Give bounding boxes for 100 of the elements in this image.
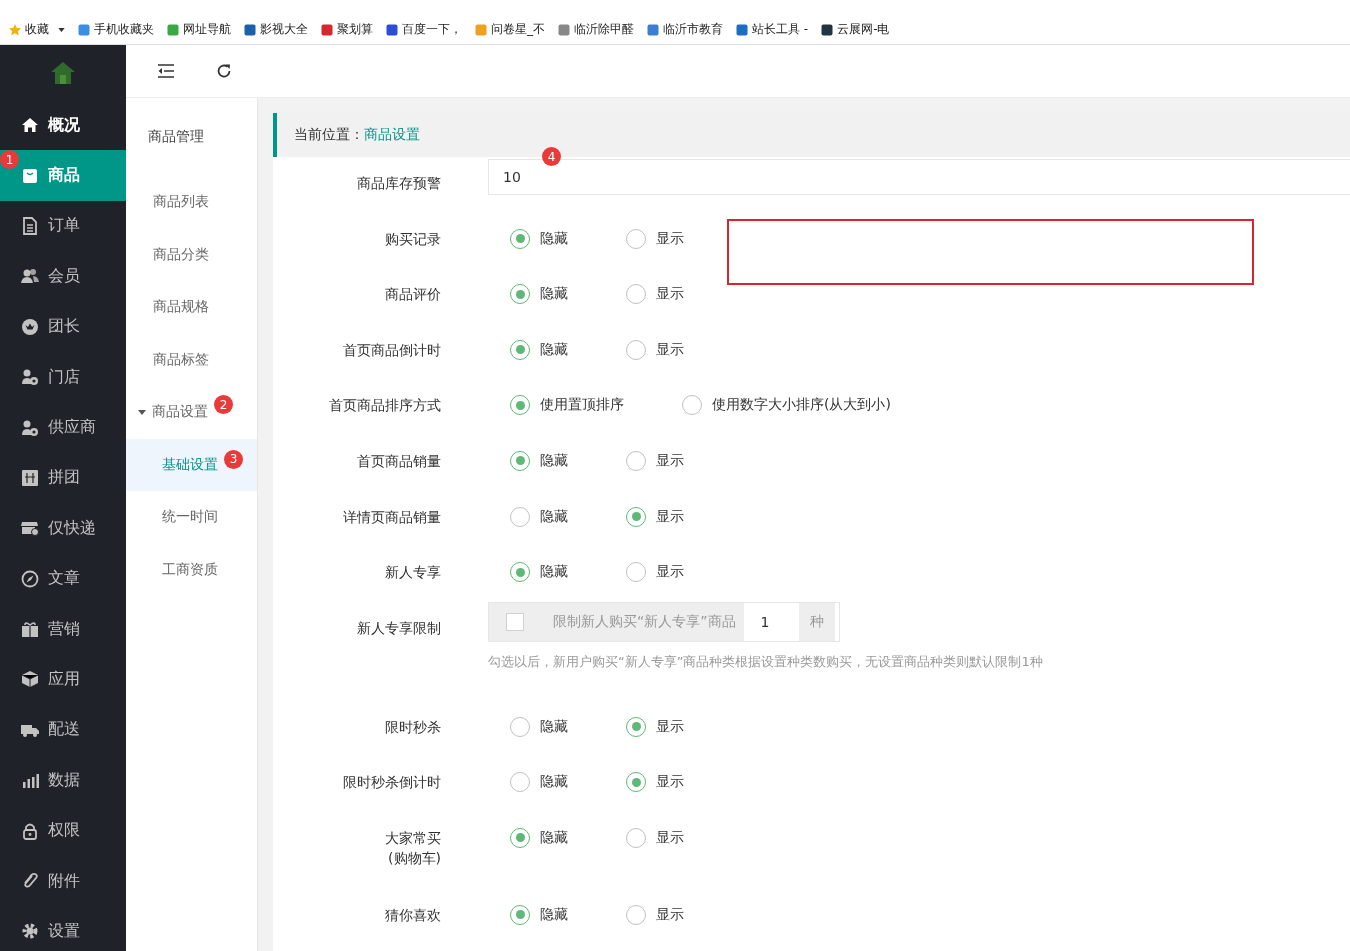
- sidebar-item[interactable]: 订单: [0, 200, 126, 252]
- crown-icon: [21, 317, 39, 336]
- sidebar-item[interactable]: 配送: [0, 704, 126, 756]
- site-icon: [820, 22, 835, 37]
- lock-icon: [21, 821, 39, 840]
- sidebar-item[interactable]: 设置: [0, 906, 126, 951]
- radio-label: 隐藏: [540, 773, 568, 792]
- radio-label: 隐藏: [540, 905, 568, 924]
- grid-icon: [21, 468, 39, 487]
- field-label: 大家常买 (购物车): [384, 828, 441, 868]
- field-label: 首页商品倒计时: [342, 340, 441, 360]
- cube-icon: [21, 670, 39, 689]
- bookmark-item[interactable]: 临沂除甲醛: [557, 21, 634, 38]
- help-text: 勾选以后，新用户购买“新人专享”商品种类根据设置种类数购买，无设置商品种类则默认限制1种: [488, 652, 1044, 671]
- radio-label: 显示: [656, 563, 684, 582]
- field-label: 商品库存预警: [356, 174, 441, 193]
- site-icon: [557, 22, 571, 37]
- radio-label: 隐藏: [540, 451, 568, 470]
- radio-label: 使用数字大小排序(从大到小): [712, 396, 891, 415]
- site-icon: [385, 22, 399, 37]
- sidebar-item[interactable]: 附件: [0, 855, 126, 907]
- radio-label: 隐藏: [540, 507, 568, 526]
- field-label: 限时秒杀: [384, 717, 441, 737]
- radio-label: 显示: [656, 828, 684, 847]
- number-badge: 2: [214, 395, 233, 415]
- field-label: 首页商品销量: [356, 451, 441, 471]
- radio-label: 隐藏: [540, 717, 568, 736]
- subnav-item[interactable]: 商品分类: [126, 228, 257, 281]
- site-icon: [735, 22, 749, 37]
- radio-label: 显示: [656, 717, 684, 736]
- home-icon: [21, 116, 39, 135]
- number-badge: 3: [224, 449, 243, 469]
- radio-label: 隐藏: [540, 285, 568, 304]
- breadcrumb: 当前位置：商品设置: [294, 126, 420, 144]
- bookmark-item[interactable]: 站长工具 -: [735, 21, 809, 38]
- bookmark-item[interactable]: 云展网-电: [820, 21, 890, 38]
- sidebar-item[interactable]: 仅快递: [0, 503, 126, 554]
- sidebar-item[interactable]: 营销: [0, 603, 126, 655]
- subnav-item[interactable]: 商品规格: [126, 281, 257, 334]
- bookmark-item[interactable]: 收藏: [8, 21, 65, 38]
- users-icon: [21, 267, 39, 286]
- sidebar-item[interactable]: 文章: [0, 553, 126, 604]
- site-icon: [474, 22, 488, 37]
- sidebar-item[interactable]: 概况: [0, 100, 126, 151]
- store-icon: [21, 519, 39, 538]
- field-label: 限时秒杀倒计时: [342, 773, 441, 793]
- sidebar-item[interactable]: 会员: [0, 251, 126, 302]
- site-icon: [646, 22, 660, 37]
- radio-label: 显示: [656, 507, 684, 526]
- radio-label: 显示: [656, 905, 684, 924]
- field-label: 新人专享限制: [356, 618, 441, 638]
- field-label: 猜你喜欢: [384, 905, 441, 925]
- sidebar-item[interactable]: 数据: [0, 755, 126, 806]
- bag-icon: [21, 166, 39, 185]
- radio-label: 隐藏: [540, 229, 568, 248]
- sidebar-item[interactable]: 团长: [0, 301, 126, 352]
- field-label: 购买记录: [384, 229, 441, 249]
- collapse-menu-icon[interactable]: [157, 64, 175, 78]
- sidebar-item[interactable]: 门店: [0, 351, 126, 403]
- radio-label: 隐藏: [540, 828, 568, 847]
- subnav-item[interactable]: 商品列表: [126, 176, 257, 229]
- sidebar-item[interactable]: 拼团: [0, 452, 126, 504]
- bookmark-item[interactable]: 网址导航: [166, 21, 231, 38]
- subnav-item[interactable]: 基础设置 3: [126, 438, 257, 491]
- user-shop-icon: [21, 418, 39, 437]
- radio-label: 隐藏: [540, 340, 568, 359]
- site-icon: [243, 22, 257, 37]
- radio-label: 显示: [656, 229, 684, 248]
- settings-icon: [21, 922, 39, 941]
- bookmark-item[interactable]: 聚划算: [320, 21, 373, 38]
- bookmark-item[interactable]: 临沂市教育: [646, 21, 723, 38]
- bookmark-item[interactable]: 影视大全: [243, 21, 308, 38]
- field-label: 详情页商品销量: [342, 507, 441, 527]
- subnav-item[interactable]: 统一时间: [126, 491, 257, 544]
- chart-icon: [21, 771, 39, 790]
- radio-label: 显示: [656, 773, 684, 792]
- sidebar-item[interactable]: 权限: [0, 805, 126, 856]
- subnav-item[interactable]: 商品标签: [126, 333, 257, 386]
- compass-icon: [21, 569, 39, 588]
- radio-label: 显示: [656, 451, 684, 470]
- gift-icon: [21, 620, 39, 639]
- subnav-item[interactable]: 商品设置 2: [126, 386, 257, 439]
- caret-icon: [138, 409, 146, 415]
- star-icon: [8, 22, 22, 37]
- radio-label: 显示: [656, 340, 684, 359]
- bookmark-item[interactable]: 手机收藏夹: [77, 21, 154, 38]
- site-icon: [77, 22, 91, 37]
- site-icon: [166, 22, 180, 37]
- subnav-title: 商品管理: [147, 127, 205, 146]
- bookmark-item[interactable]: 问卷星_不: [474, 21, 545, 38]
- refresh-icon[interactable]: [216, 63, 232, 79]
- user-shop-icon: [21, 368, 39, 387]
- sidebar-item[interactable]: 供应商: [0, 402, 126, 453]
- radio-label: 使用置顶排序: [540, 396, 624, 415]
- site-icon: [320, 22, 334, 37]
- bookmark-item[interactable]: 百度一下，: [385, 21, 462, 38]
- radio-label: 显示: [656, 285, 684, 304]
- subnav-item[interactable]: 工商资质: [126, 543, 257, 596]
- sidebar-item[interactable]: 应用: [0, 654, 126, 705]
- document-icon: [21, 216, 39, 235]
